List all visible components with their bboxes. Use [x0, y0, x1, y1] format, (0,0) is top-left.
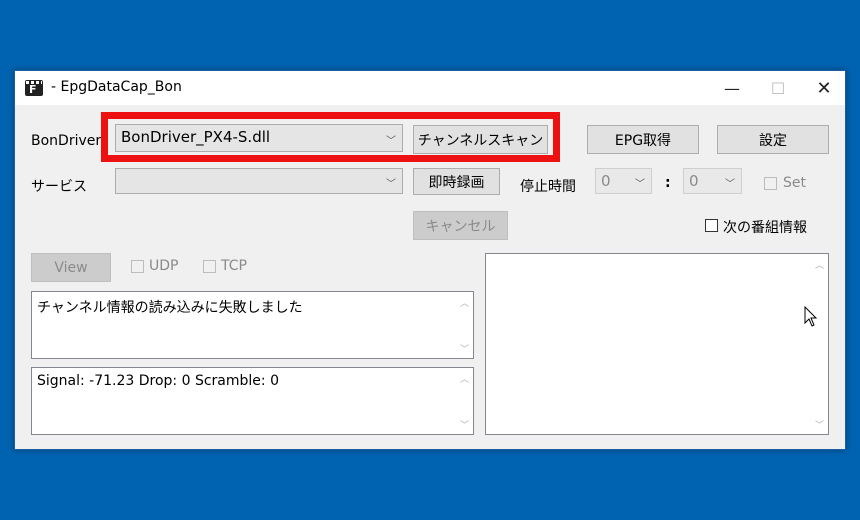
bondriver-label: BonDriver	[31, 133, 102, 149]
stop-hour-value: 0	[601, 172, 611, 190]
view-button[interactable]: View	[31, 253, 111, 282]
set-label: Set	[783, 175, 806, 191]
settings-button[interactable]: 設定	[717, 125, 829, 154]
instant-record-button[interactable]: 即時録画	[413, 168, 500, 195]
log-scrollbar[interactable]: ︿ ﹀	[456, 292, 473, 358]
scroll-up-icon[interactable]: ︿	[811, 256, 828, 272]
tcp-checkbox[interactable]	[203, 260, 216, 273]
scroll-up-icon[interactable]: ︿	[456, 370, 473, 386]
service-select[interactable]: ﹀	[115, 168, 403, 194]
set-checkbox[interactable]	[764, 177, 777, 190]
scroll-down-icon[interactable]: ﹀	[811, 416, 828, 432]
highlight-annotation	[101, 112, 560, 162]
stop-minute-select[interactable]: 0 ﹀	[683, 168, 742, 194]
log-message: チャンネル情報の読み込みに失敗しました	[37, 300, 303, 316]
log-textarea[interactable]: チャンネル情報の読み込みに失敗しました ︿ ﹀	[31, 291, 474, 359]
time-separator: :	[665, 175, 671, 191]
stop-minute-value: 0	[689, 172, 699, 190]
udp-checkbox[interactable]	[131, 260, 144, 273]
chevron-down-icon: ﹀	[725, 179, 735, 190]
scroll-up-icon[interactable]: ︿	[456, 294, 473, 310]
window-title: - EpgDataCap_Bon	[51, 79, 182, 95]
epg-acquire-button[interactable]: EPG取得	[587, 125, 699, 154]
maximize-button[interactable]: ☐	[755, 71, 801, 105]
chevron-down-icon: ﹀	[386, 179, 396, 190]
app-icon	[25, 80, 43, 96]
close-button[interactable]: ✕	[801, 71, 847, 105]
cancel-button[interactable]: キャンセル	[413, 211, 508, 240]
tcp-label: TCP	[221, 258, 247, 274]
program-info-scrollbar[interactable]: ︿ ﹀	[811, 254, 828, 434]
program-info-textarea[interactable]: ︿ ﹀	[485, 253, 829, 435]
status-scrollbar[interactable]: ︿ ﹀	[456, 368, 473, 434]
status-textarea[interactable]: Signal: -71.23 Drop: 0 Scramble: 0 ︿ ﹀	[31, 367, 474, 435]
title-bar[interactable]: - EpgDataCap_Bon — ☐ ✕	[15, 71, 845, 105]
stop-hour-select[interactable]: 0 ﹀	[595, 168, 652, 194]
udp-label: UDP	[149, 258, 179, 274]
mouse-cursor-icon	[804, 306, 818, 327]
scroll-down-icon[interactable]: ﹀	[456, 340, 473, 356]
chevron-down-icon: ﹀	[635, 179, 645, 190]
status-message: Signal: -71.23 Drop: 0 Scramble: 0	[37, 373, 279, 389]
service-label: サービス	[31, 179, 87, 195]
next-program-label: 次の番組情報	[723, 220, 807, 236]
scroll-down-icon[interactable]: ﹀	[456, 416, 473, 432]
stop-time-label: 停止時間	[520, 179, 576, 195]
next-program-checkbox[interactable]	[705, 219, 718, 232]
minimize-button[interactable]: —	[709, 71, 755, 105]
